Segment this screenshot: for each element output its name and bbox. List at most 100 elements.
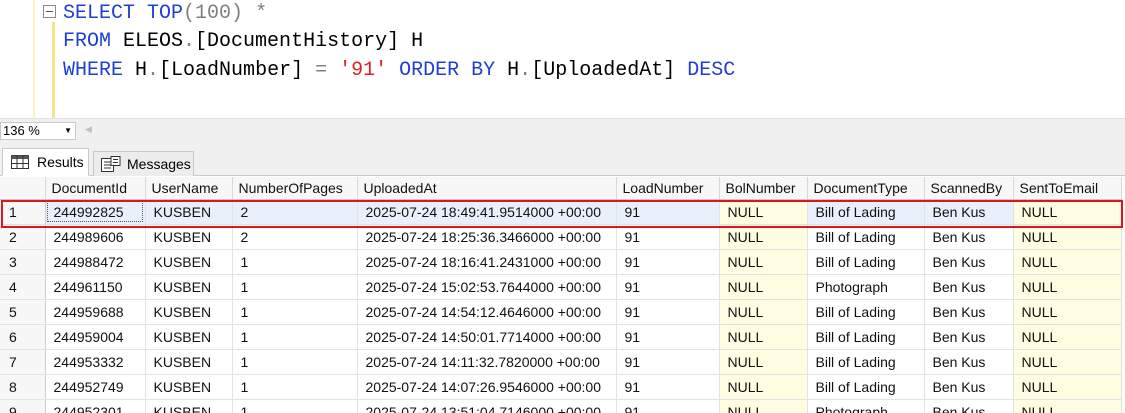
tab-results[interactable]: Results [2,148,89,176]
table-cell[interactable]: NULL [719,399,808,413]
table-cell[interactable]: NULL [1013,299,1122,325]
table-cell[interactable]: 1 [232,399,358,413]
table-cell[interactable]: 244959688 [45,299,146,325]
table-cell[interactable]: NULL [1013,249,1122,275]
table-cell[interactable]: Ben Kus [924,224,1014,250]
table-cell[interactable]: 2025-07-24 13:51:04.7146000 +00:00 [357,399,617,413]
table-row[interactable]: 3 244988472 KUSBEN 1 2025-07-24 18:16:41.243… [0,249,1122,275]
table-cell[interactable]: 2025-07-24 15:02:53.7644000 +00:00 [357,274,617,300]
zoom-select[interactable]: 136 % ▼ [0,122,76,140]
row-number[interactable]: 2 [0,224,46,250]
table-cell[interactable]: Ben Kus [924,299,1014,325]
table-cell[interactable]: 244961150 [45,274,146,300]
table-cell[interactable]: NULL [719,349,808,375]
column-header[interactable]: DocumentId [45,177,146,200]
table-cell[interactable]: NULL [1013,374,1122,400]
row-number[interactable]: 7 [0,349,46,375]
table-cell[interactable]: KUSBEN [145,324,233,350]
code-line[interactable]: WHERE H.[LoadNumber] = '91' ORDER BY H.[… [63,57,735,85]
column-header[interactable]: LoadNumber [616,177,720,200]
table-row[interactable]: 5 244959688 KUSBEN 1 2025-07-24 14:54:12.464… [0,299,1122,325]
table-cell[interactable]: Ben Kus [924,199,1014,225]
table-cell[interactable]: 244989606 [45,224,146,250]
table-row[interactable]: 2 244989606 KUSBEN 2 2025-07-24 18:25:36.346… [0,224,1122,250]
table-cell[interactable]: 244952301 [45,399,146,413]
table-cell[interactable]: KUSBEN [145,199,233,225]
table-cell[interactable]: Bill of Lading [807,374,925,400]
table-cell[interactable]: 91 [616,224,720,250]
table-cell[interactable]: 91 [616,199,720,225]
tab-messages[interactable]: Messages [93,151,194,176]
table-cell[interactable]: Bill of Lading [807,299,925,325]
table-cell[interactable]: Photograph [807,399,925,413]
table-row[interactable]: 8 244952749 KUSBEN 1 2025-07-24 14:07:26.954… [0,374,1122,400]
table-cell[interactable]: Bill of Lading [807,349,925,375]
table-cell[interactable]: 91 [616,399,720,413]
table-cell[interactable]: Ben Kus [924,249,1014,275]
table-cell[interactable]: KUSBEN [145,299,233,325]
table-cell[interactable]: Ben Kus [924,324,1014,350]
column-header[interactable]: SentToEmail [1013,177,1122,200]
row-number[interactable]: 6 [0,324,46,350]
table-cell[interactable]: Bill of Lading [807,324,925,350]
table-cell[interactable]: 91 [616,249,720,275]
table-cell[interactable]: Bill of Lading [807,224,925,250]
table-cell[interactable]: 91 [616,374,720,400]
table-cell[interactable]: 2025-07-24 14:50:01.7714000 +00:00 [357,324,617,350]
table-cell[interactable]: 2025-07-24 14:54:12.4646000 +00:00 [357,299,617,325]
table-cell[interactable]: NULL [719,224,808,250]
table-row[interactable]: 7 244953332 KUSBEN 1 2025-07-24 14:11:32.782… [0,349,1122,375]
column-header[interactable]: DocumentType [807,177,925,200]
column-header[interactable]: UserName [145,177,233,200]
table-cell[interactable]: NULL [1013,399,1122,413]
column-header[interactable]: NumberOfPages [232,177,358,200]
table-cell[interactable]: 1 [232,374,358,400]
code-line[interactable]: SELECT TOP(100) * [63,0,267,28]
sql-editor[interactable]: SELECT TOP(100) * FROM ELEOS.[DocumentHis… [0,0,1125,118]
table-cell[interactable]: 244959004 [45,324,146,350]
table-cell[interactable]: 91 [616,324,720,350]
table-cell[interactable]: 244953332 [45,349,146,375]
table-cell[interactable]: 1 [232,299,358,325]
table-cell[interactable]: 91 [616,274,720,300]
table-cell[interactable]: 2 [232,199,358,225]
row-number-header[interactable] [0,177,46,200]
row-number[interactable]: 5 [0,299,46,325]
table-cell[interactable]: KUSBEN [145,399,233,413]
column-header[interactable]: BolNumber [719,177,808,200]
table-cell[interactable]: 244992825 [45,199,146,225]
table-cell[interactable]: NULL [1013,199,1122,225]
row-number[interactable]: 8 [0,374,46,400]
table-row[interactable]: 6 244959004 KUSBEN 1 2025-07-24 14:50:01.771… [0,324,1122,350]
table-cell[interactable]: 91 [616,349,720,375]
table-cell[interactable]: 244988472 [45,249,146,275]
table-cell[interactable]: KUSBEN [145,274,233,300]
table-cell[interactable]: 1 [232,274,358,300]
table-cell[interactable]: NULL [719,324,808,350]
scroll-left-icon[interactable]: ◀ [85,124,92,135]
table-cell[interactable]: NULL [1013,324,1122,350]
table-row[interactable]: 4 244961150 KUSBEN 1 2025-07-24 15:02:53.764… [0,274,1122,300]
table-cell[interactable]: KUSBEN [145,374,233,400]
table-cell[interactable]: Ben Kus [924,399,1014,413]
table-cell[interactable]: 1 [232,349,358,375]
table-cell[interactable]: 1 [232,249,358,275]
table-cell[interactable]: NULL [1013,224,1122,250]
dropdown-arrow-icon[interactable]: ▼ [64,123,72,139]
table-row[interactable]: 1 244992825 KUSBEN 2 2025-07-24 18:49:41.951… [0,199,1122,225]
table-cell[interactable]: Ben Kus [924,349,1014,375]
code-line[interactable]: FROM ELEOS.[DocumentHistory] H [63,28,423,56]
table-cell[interactable]: 91 [616,299,720,325]
results-grid[interactable]: DocumentId UserName NumberOfPages UploadedA… [0,177,1125,413]
table-cell[interactable]: Bill of Lading [807,199,925,225]
table-cell[interactable]: NULL [1013,349,1122,375]
table-cell[interactable]: Ben Kus [924,374,1014,400]
row-number[interactable]: 1 [0,199,46,225]
table-cell[interactable]: KUSBEN [145,249,233,275]
table-cell[interactable]: 2 [232,224,358,250]
table-cell[interactable]: Ben Kus [924,274,1014,300]
table-cell[interactable]: NULL [719,299,808,325]
table-cell[interactable]: 2025-07-24 18:25:36.3466000 +00:00 [357,224,617,250]
table-cell[interactable]: 244952749 [45,374,146,400]
table-cell[interactable]: KUSBEN [145,349,233,375]
